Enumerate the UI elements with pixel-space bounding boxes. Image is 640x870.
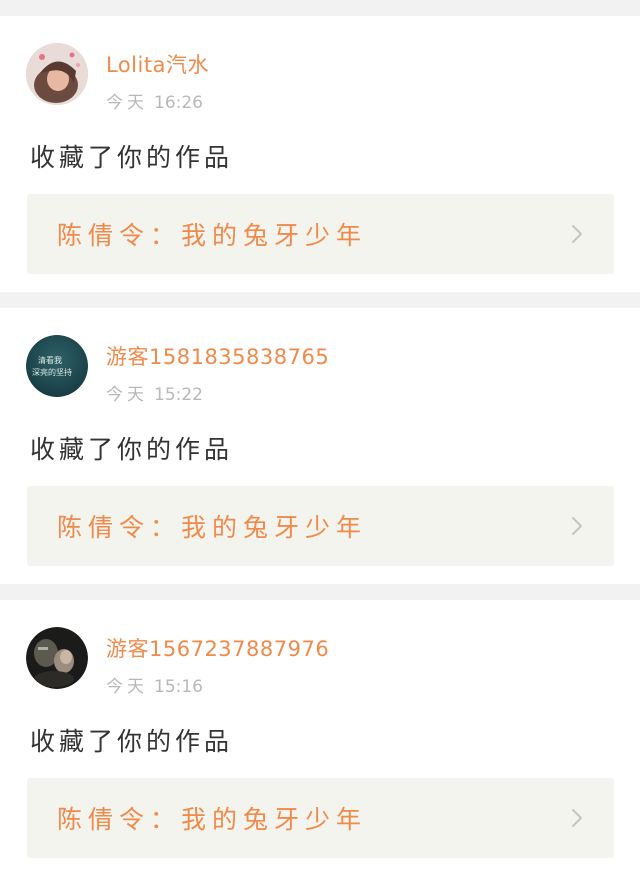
notification-card: 清看我 深亮的坚持 游客1581835838765 今天 15:22 收藏了你的作… bbox=[0, 308, 640, 584]
work-link[interactable]: 陈倩令：我的兔牙少年 bbox=[27, 194, 614, 274]
timestamp-day: 今天 bbox=[106, 385, 148, 405]
avatar[interactable] bbox=[26, 627, 88, 689]
timestamp-time: 15:22 bbox=[154, 385, 203, 405]
avatar-image bbox=[26, 43, 88, 105]
avatar-text-line-2: 深亮的坚持 bbox=[32, 367, 72, 377]
notification-card: 游客1567237887976 今天 15:16 收藏了你的作品 陈倩令：我的兔牙… bbox=[0, 600, 640, 870]
action-text: 收藏了你的作品 bbox=[30, 727, 234, 756]
timestamp-day: 今天 bbox=[106, 93, 148, 113]
work-title: 陈倩令：我的兔牙少年 bbox=[57, 805, 368, 834]
timestamp-day: 今天 bbox=[106, 677, 148, 697]
username[interactable]: 游客1567237887976 bbox=[106, 633, 329, 663]
avatar[interactable]: 清看我 深亮的坚持 bbox=[26, 335, 88, 397]
timestamp: 今天 15:16 bbox=[106, 672, 203, 697]
avatar[interactable] bbox=[26, 43, 88, 105]
notification-feed: Lolita汽水 今天 16:26 收藏了你的作品 陈倩令：我的兔牙少年 清看我… bbox=[0, 0, 640, 870]
avatar-text-line-1: 清看我 bbox=[38, 355, 62, 365]
username[interactable]: 游客1581835838765 bbox=[106, 341, 329, 371]
work-title: 陈倩令：我的兔牙少年 bbox=[57, 513, 368, 542]
timestamp-time: 15:16 bbox=[154, 677, 203, 697]
avatar-image: 清看我 深亮的坚持 bbox=[26, 335, 88, 397]
avatar-image bbox=[26, 627, 88, 689]
work-title: 陈倩令：我的兔牙少年 bbox=[57, 221, 368, 250]
chevron-right-icon bbox=[566, 807, 588, 829]
work-link[interactable]: 陈倩令：我的兔牙少年 bbox=[27, 778, 614, 858]
timestamp: 今天 16:26 bbox=[106, 88, 203, 113]
username[interactable]: Lolita汽水 bbox=[106, 49, 209, 79]
action-text: 收藏了你的作品 bbox=[30, 143, 234, 172]
notification-card: Lolita汽水 今天 16:26 收藏了你的作品 陈倩令：我的兔牙少年 bbox=[0, 16, 640, 292]
action-text: 收藏了你的作品 bbox=[30, 435, 234, 464]
chevron-right-icon bbox=[566, 223, 588, 245]
chevron-right-icon bbox=[566, 515, 588, 537]
timestamp: 今天 15:22 bbox=[106, 380, 203, 405]
work-link[interactable]: 陈倩令：我的兔牙少年 bbox=[27, 486, 614, 566]
timestamp-time: 16:26 bbox=[154, 93, 203, 113]
